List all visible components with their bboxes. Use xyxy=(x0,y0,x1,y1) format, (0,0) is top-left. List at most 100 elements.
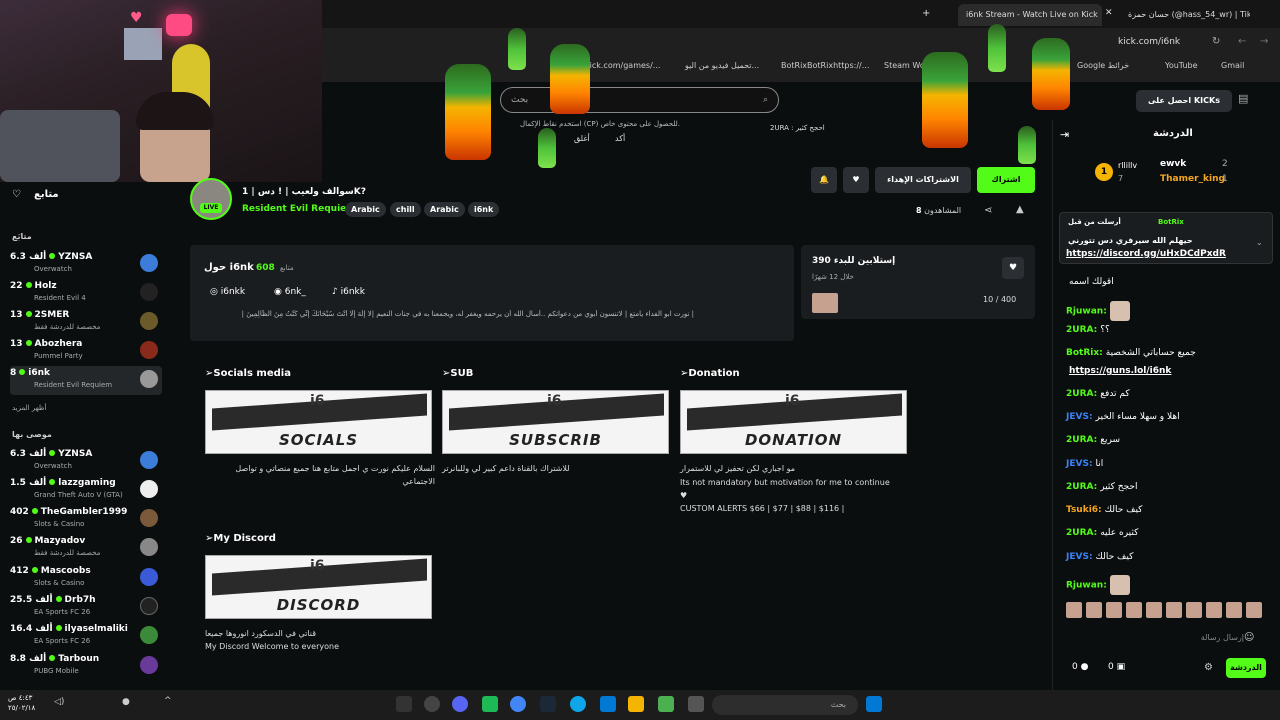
chat-username[interactable]: 2URA: xyxy=(1066,528,1097,538)
chat-username[interactable]: JEVS: xyxy=(1066,412,1093,422)
reload-icon[interactable]: ↻ xyxy=(1212,36,1220,47)
panel-image-donation[interactable]: i6 DONATION xyxy=(680,390,907,454)
bookmark-item[interactable]: YouTube xyxy=(1165,58,1198,74)
chat-text[interactable]: https://guns.lol/i6nk xyxy=(1069,366,1171,376)
get-kicks-button[interactable]: احصل على KICKs xyxy=(1136,90,1232,112)
gift-subs-button[interactable]: الاشتراكات الإهداء xyxy=(875,167,971,193)
channel-item[interactable]: 26 Mazyadov مخصصة للدردشة فقط xyxy=(10,534,162,563)
bookmark-item[interactable]: تحميل فيديو من اليو... xyxy=(685,58,759,74)
bookmark-item[interactable]: BotRixBotRixhttps://... xyxy=(781,58,869,74)
stream-game-link[interactable]: Resident Evil Requiem xyxy=(242,204,356,214)
expand-pin-icon[interactable]: ⌄ xyxy=(1256,238,1263,247)
show-more-link[interactable]: أظهر المزيد xyxy=(12,404,46,412)
tag-chip[interactable]: Arabic xyxy=(424,202,465,217)
chat-message: 2URA: ؟؟ xyxy=(1066,325,1110,335)
bookmark-item[interactable]: kick.com/games/... xyxy=(585,58,660,74)
leader-name[interactable]: ewvk xyxy=(1160,159,1186,169)
following-heading[interactable]: متابع xyxy=(34,189,59,200)
settings-icon[interactable]: ⚙ xyxy=(1204,662,1213,673)
app-icon[interactable] xyxy=(482,696,498,712)
channel-item[interactable]: 13 Abozhera Pummel Party xyxy=(10,337,162,366)
panel-image-socials[interactable]: i6 SOCIALS xyxy=(205,390,432,454)
channel-item[interactable]: 402 TheGambler1999 Slots & Casino xyxy=(10,505,162,534)
channel-item[interactable]: 13 2SMER مخصصة للدردشة فقط xyxy=(10,308,162,337)
panel-image-text: DONATION xyxy=(744,431,843,449)
channel-item[interactable]: 22 Holz Resident Evil 4 xyxy=(10,279,162,308)
chat-username[interactable]: JEVS: xyxy=(1066,552,1093,562)
volume-icon[interactable]: ◁) xyxy=(54,697,64,707)
chat-username[interactable]: 2URA: xyxy=(1066,325,1097,335)
discord-app-icon[interactable] xyxy=(452,696,468,712)
chat-username[interactable]: JEVS: xyxy=(1066,459,1093,469)
file-explorer-icon[interactable] xyxy=(628,696,644,712)
search-input[interactable]: ⌕ بحث xyxy=(500,87,779,113)
collapse-chat-icon[interactable]: ⇥ xyxy=(1060,128,1069,141)
tag-chip[interactable]: Arabic xyxy=(345,202,386,217)
notice-close-button[interactable]: أغلق xyxy=(574,134,590,143)
chat-username[interactable]: 2URA: xyxy=(1066,482,1097,492)
chat-username[interactable]: Rjuwan: xyxy=(1066,307,1107,317)
gift-display[interactable]: 0 ▣ xyxy=(1108,662,1125,672)
leader-name[interactable]: Thamer_king xyxy=(1160,174,1225,184)
task-view-icon[interactable] xyxy=(688,696,704,712)
follow-heart-button[interactable]: ♥ xyxy=(843,167,869,193)
report-icon[interactable]: ▲ xyxy=(1016,204,1024,215)
pinned-link[interactable]: https://discord.gg/uHxDCdPxdR xyxy=(1066,249,1226,259)
channel-item[interactable]: 1.5 ألف lazzgaming Grand Theft Auto V (GT… xyxy=(10,476,162,505)
epic-games-icon[interactable] xyxy=(396,696,412,712)
bookmark-item[interactable]: Gmail xyxy=(1221,58,1244,74)
url-bar[interactable]: kick.com/i6nk xyxy=(1118,32,1180,52)
new-tab-icon[interactable]: + xyxy=(922,8,930,19)
discord-link[interactable]: ◉ 6nk_ xyxy=(274,287,306,297)
chat-username[interactable]: Rjuwan: xyxy=(1066,581,1107,591)
windows-start-icon[interactable] xyxy=(866,696,882,712)
panel-description: مو اجباري لكن تحفيز لي للاستمرار xyxy=(680,464,796,473)
steam-icon[interactable] xyxy=(540,696,556,712)
taskbar-search[interactable]: بحث xyxy=(712,695,858,715)
panel-image-subscribe[interactable]: i6 SUBSCRIB xyxy=(442,390,669,454)
tab-kick[interactable]: i6nk Stream - Watch Live on Kick xyxy=(958,4,1102,26)
leader-name[interactable]: rllillv xyxy=(1118,161,1137,170)
points-display[interactable]: 0 ● xyxy=(1072,662,1088,672)
mic-icon[interactable]: ● xyxy=(122,697,130,707)
store-icon[interactable] xyxy=(600,696,616,712)
pinned-message[interactable]: أرسلت من قبل BotRix حيهلم الله سيرفري دس… xyxy=(1059,212,1273,264)
channel-item[interactable]: 25.5 ألف Drb7h EA Sports FC 26 xyxy=(10,593,162,622)
settings-app-icon[interactable] xyxy=(424,696,440,712)
app-icon[interactable] xyxy=(658,696,674,712)
close-tab-icon[interactable]: ✕ xyxy=(1105,8,1113,18)
emoji-icon[interactable]: ☺ xyxy=(1244,632,1254,643)
chat-username[interactable]: 2URA: xyxy=(1066,389,1097,399)
menu-icon[interactable]: ▤ xyxy=(1238,92,1248,105)
chat-username[interactable]: BotRix: xyxy=(1066,348,1103,358)
channel-item[interactable]: 6.3 ألف YZNSA Overwatch xyxy=(10,250,162,279)
tray-chevron-icon[interactable]: ^ xyxy=(164,696,172,706)
channel-item[interactable]: 412 Mascoobs Slots & Casino xyxy=(10,564,162,593)
chat-send-button[interactable]: الدردشة xyxy=(1226,658,1266,678)
share-icon[interactable]: ⋖ xyxy=(984,205,992,216)
chat-username[interactable]: Tsuki6: xyxy=(1066,505,1102,515)
bookmark-item[interactable]: Google خرائط xyxy=(1077,58,1129,74)
channel-item-selected[interactable]: 8 i6nk Resident Evil Requiem xyxy=(10,366,162,395)
channel-item[interactable]: 16.4 ألف ilyaselmaliki EA Sports FC 26 xyxy=(10,622,162,651)
edge-icon[interactable] xyxy=(570,696,586,712)
tag-chip[interactable]: chill xyxy=(390,202,421,217)
tag-chip[interactable]: i6nk xyxy=(468,202,500,217)
instagram-link[interactable]: ◎ i6nkk xyxy=(210,287,245,297)
forward-icon[interactable]: → xyxy=(1260,36,1268,47)
system-clock[interactable]: ٤:٤٣ ص ٢٥/٠٢/١٨ xyxy=(8,693,35,713)
back-icon[interactable]: ← xyxy=(1238,36,1246,47)
tab-tiktok[interactable]: حسان حمزة (@hass_54_wr) | TikTok xyxy=(1120,4,1250,26)
notification-bell-button[interactable]: 🔔 xyxy=(811,167,837,193)
subscribe-button[interactable]: اشتراك xyxy=(977,167,1035,193)
panel-image-discord[interactable]: i6 DISCORD xyxy=(205,555,432,619)
channel-item[interactable]: 8.8 ألف Tarboun PUBG Mobile xyxy=(10,652,162,681)
chat-username[interactable]: 2URA: xyxy=(1066,435,1097,445)
notice-confirm-button[interactable]: أكد xyxy=(615,134,625,143)
streamer-avatar[interactable] xyxy=(190,178,232,220)
channel-item[interactable]: 6.3 ألف YZNSA Overwatch xyxy=(10,447,162,476)
tiktok-link[interactable]: ♪ i6nkk xyxy=(332,287,365,297)
goal-heart-icon[interactable]: ♥ xyxy=(1002,257,1024,279)
chrome-icon[interactable] xyxy=(510,696,526,712)
chat-input[interactable]: إرسال رسالة xyxy=(1062,628,1274,648)
